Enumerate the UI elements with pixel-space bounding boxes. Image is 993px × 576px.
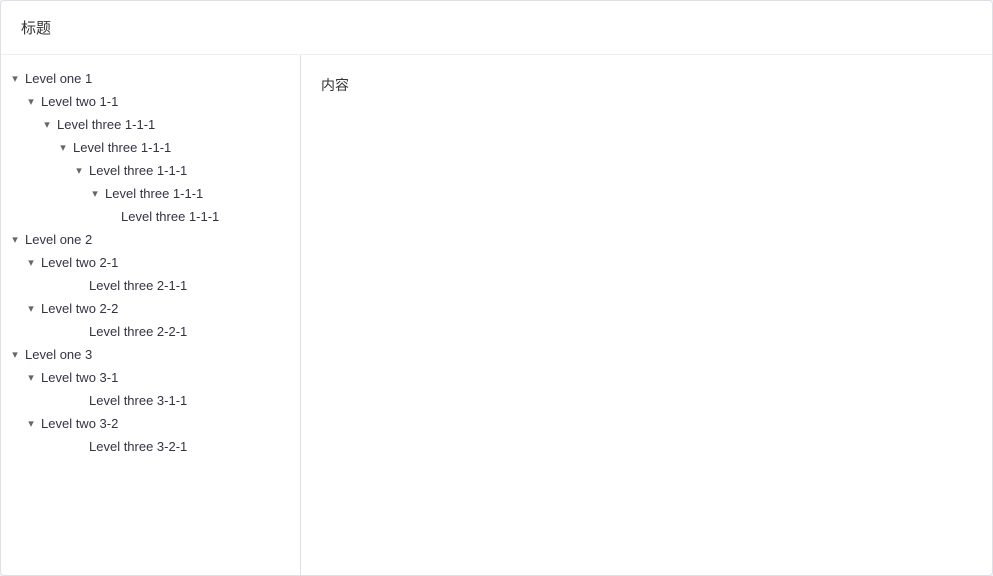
tree-arrow: ▾: [41, 118, 53, 131]
header: 标题: [1, 1, 992, 55]
tree-item-level-three-1-1-1-e[interactable]: Level three 1-1-1: [1, 205, 300, 228]
tree-label: Level three 1-1-1: [57, 117, 155, 132]
tree-item-level-one-1[interactable]: ▾ Level one 1: [1, 67, 300, 90]
tree-arrow: ▾: [25, 95, 37, 108]
tree-label: Level two 3-1: [41, 370, 118, 385]
page-title: 标题: [21, 20, 51, 37]
tree-item-level-three-1-1-1-b[interactable]: ▾ Level three 1-1-1: [1, 136, 300, 159]
content-text: 内容: [321, 77, 349, 93]
tree-arrow: ▾: [25, 371, 37, 384]
tree-label: Level two 2-1: [41, 255, 118, 270]
tree-label: Level three 1-1-1: [89, 163, 187, 178]
tree-label: Level three 2-1-1: [89, 278, 187, 293]
tree-arrow: ▾: [9, 233, 21, 246]
tree-item-level-one-3[interactable]: ▾ Level one 3: [1, 343, 300, 366]
tree-label: Level three 1-1-1: [73, 140, 171, 155]
tree-arrow: ▾: [25, 256, 37, 269]
tree-label: Level two 2-2: [41, 301, 118, 316]
tree-item-level-three-2-2-1[interactable]: Level three 2-2-1: [1, 320, 300, 343]
app-container: 标题 ▾ Level one 1 ▾ Level two 1-1 ▾ Level thre…: [0, 0, 993, 576]
tree-label: Level three 3-2-1: [89, 439, 187, 454]
tree-label: Level three 3-1-1: [89, 393, 187, 408]
tree-label: Level three 1-1-1: [105, 186, 203, 201]
tree-arrow: ▾: [25, 417, 37, 430]
content-area: 内容: [301, 55, 992, 575]
tree-arrow: ▾: [9, 348, 21, 361]
tree-arrow: ▾: [89, 187, 101, 200]
tree-item-level-three-3-1-1[interactable]: Level three 3-1-1: [1, 389, 300, 412]
main-body: ▾ Level one 1 ▾ Level two 1-1 ▾ Level three 1…: [1, 55, 992, 575]
tree-item-level-three-1-1-1-c[interactable]: ▾ Level three 1-1-1: [1, 159, 300, 182]
tree-item-level-two-3-2[interactable]: ▾ Level two 3-2: [1, 412, 300, 435]
tree-label: Level one 1: [25, 71, 92, 86]
tree-item-level-three-3-2-1[interactable]: Level three 3-2-1: [1, 435, 300, 458]
tree-label: Level one 2: [25, 232, 92, 247]
tree-label: Level one 3: [25, 347, 92, 362]
tree-item-level-one-2[interactable]: ▾ Level one 2: [1, 228, 300, 251]
tree-arrow: ▾: [57, 141, 69, 154]
sidebar-tree: ▾ Level one 1 ▾ Level two 1-1 ▾ Level three 1…: [1, 55, 301, 575]
tree-item-level-two-1-1[interactable]: ▾ Level two 1-1: [1, 90, 300, 113]
tree-arrow: ▾: [9, 72, 21, 85]
tree-item-level-three-2-1-1[interactable]: Level three 2-1-1: [1, 274, 300, 297]
tree-item-level-two-2-2[interactable]: ▾ Level two 2-2: [1, 297, 300, 320]
tree-label: Level two 1-1: [41, 94, 118, 109]
tree-arrow: ▾: [73, 164, 85, 177]
tree-label: Level three 1-1-1: [121, 209, 219, 224]
tree-item-level-three-1-1-1-a[interactable]: ▾ Level three 1-1-1: [1, 113, 300, 136]
tree-arrow: ▾: [25, 302, 37, 315]
tree-item-level-two-2-1[interactable]: ▾ Level two 2-1: [1, 251, 300, 274]
tree-label: Level three 2-2-1: [89, 324, 187, 339]
tree-item-level-three-1-1-1-d[interactable]: ▾ Level three 1-1-1: [1, 182, 300, 205]
tree-label: Level two 3-2: [41, 416, 118, 431]
tree-item-level-two-3-1[interactable]: ▾ Level two 3-1: [1, 366, 300, 389]
